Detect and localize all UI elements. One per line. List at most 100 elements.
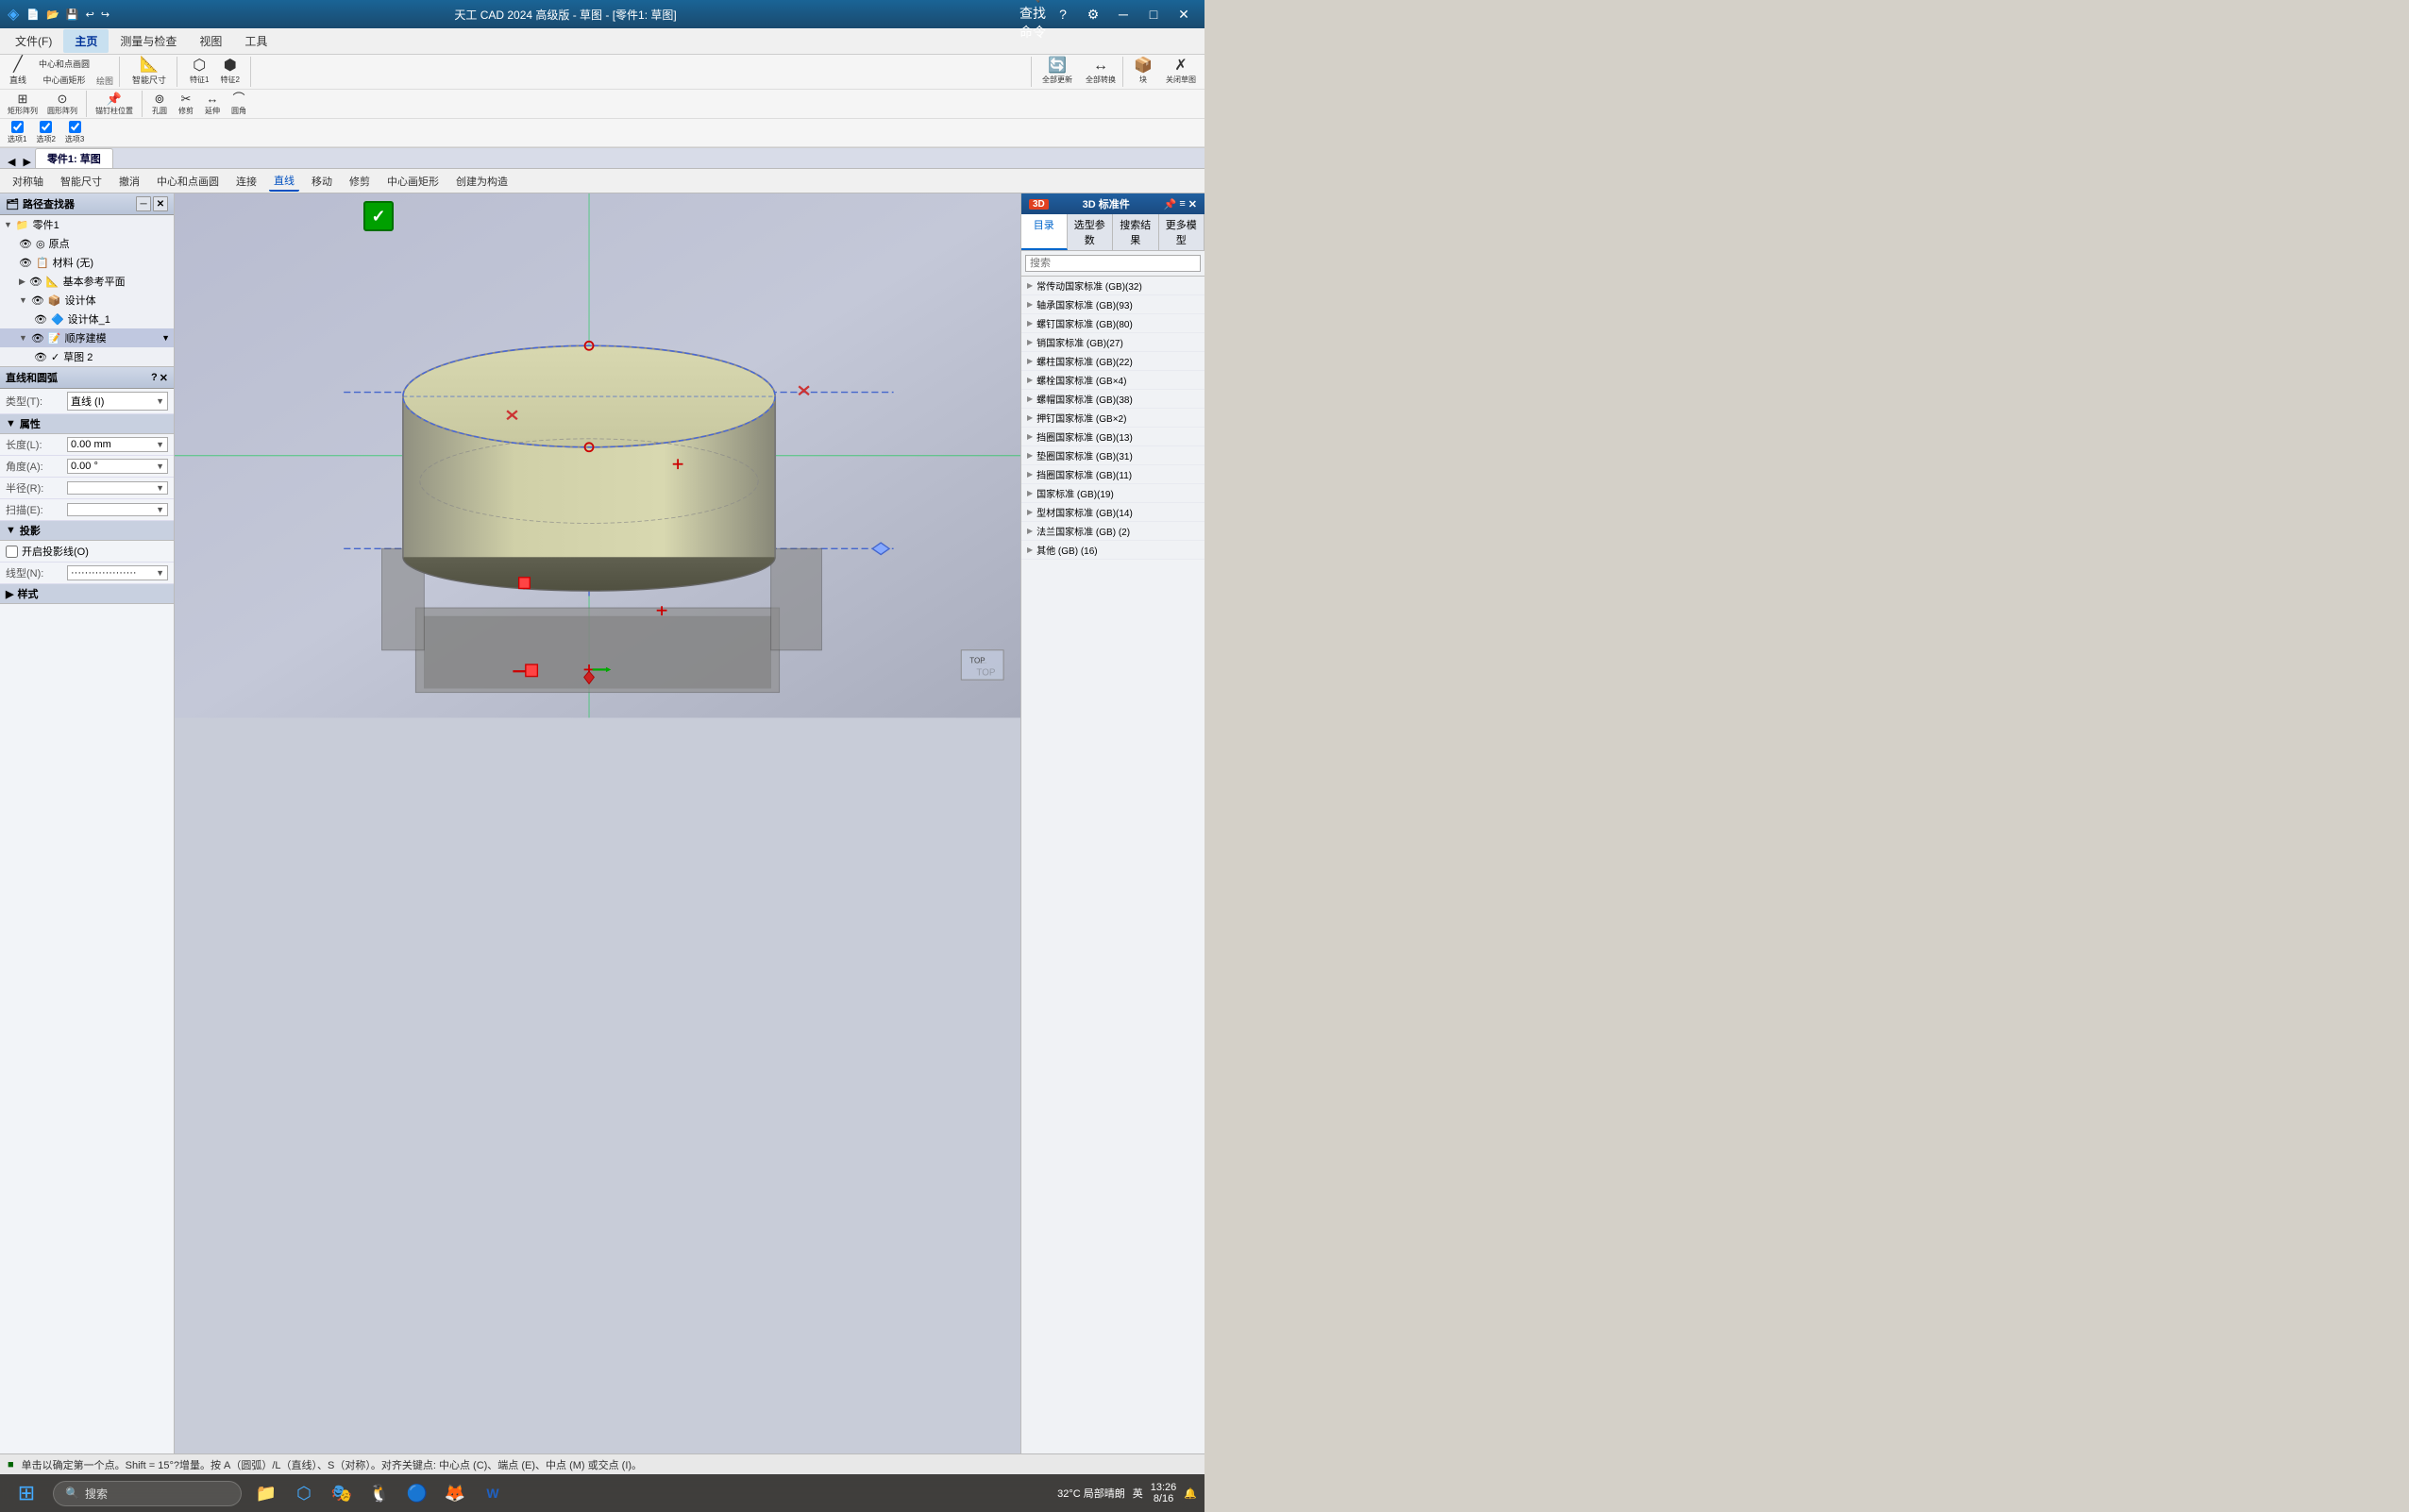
sketch-move-btn[interactable]: 移动 [307,172,337,191]
checkbox3[interactable]: 选项3 [61,121,88,145]
list-item-5[interactable]: 螺栓国家标准 (GB×4) [1021,371,1204,390]
taskbar-lang[interactable]: 英 [1133,1486,1143,1501]
right-tab-search[interactable]: 搜索结果 [1113,214,1159,250]
props-style-section[interactable]: ▶ 样式 [0,584,174,604]
hole-btn[interactable]: ⊚孔圆 [147,92,172,116]
tab-nav-right[interactable]: ▶ [19,156,34,168]
tree-modeling[interactable]: ▼ 👁 📝 顺序建模 ▼ [0,328,174,347]
sketch-trim-btn[interactable]: 修剪 [345,172,375,191]
undo-icon[interactable]: ↩ [86,9,94,21]
checkbox2[interactable]: 选项2 [32,121,59,145]
taskbar-explorer-btn[interactable]: 📁 [249,1476,283,1510]
check3[interactable] [69,121,81,133]
maximize-btn[interactable]: □ [1140,5,1167,24]
props-proj-checkbox[interactable] [6,546,18,558]
tree-material[interactable]: 👁 📋 材料 (无) [0,253,174,272]
taskbar-icon5[interactable]: 🔵 [400,1476,434,1510]
taskbar-notification-icon[interactable]: 🔔 [1184,1487,1197,1500]
tree-pin-btn[interactable]: ─ [136,196,151,211]
taskbar-search[interactable]: 🔍 搜索 [53,1481,242,1506]
props-help-btn[interactable]: ? [151,372,158,384]
feature-btn1[interactable]: ⬡特征1 [185,57,213,87]
open-icon[interactable]: 📂 [46,9,59,21]
menu-view[interactable]: 视图 [188,29,233,53]
array-circle-btn[interactable]: ⊙圆形阵列 [43,92,81,116]
block-btn[interactable]: 📦 块 [1129,57,1157,87]
fillet-btn[interactable]: ⌒圆角 [227,92,251,116]
list-item-10[interactable]: 挡圈国家标准 (GB)(11) [1021,465,1204,484]
tree-planes[interactable]: ▶ 👁 📐 基本参考平面 [0,272,174,291]
right-tab-more[interactable]: 更多模型 [1159,214,1205,250]
drawing-view[interactable]: TOP TOP [175,193,1020,718]
list-item-3[interactable]: 销国家标准 (GB)(27) [1021,333,1204,352]
list-item-7[interactable]: 押钉国家标准 (GB×2) [1021,409,1204,428]
right-tab-params[interactable]: 选型参数 [1068,214,1114,250]
tree-root[interactable]: ▼ 📁 零件1 [0,215,174,234]
list-item-12[interactable]: 型材国家标准 (GB)(14) [1021,503,1204,522]
save-icon[interactable]: 💾 [66,9,79,21]
circle-center-btn[interactable]: 中心和点画圆 [34,57,94,71]
checkbox1[interactable]: 选项1 [4,121,30,145]
sketch-rect-btn[interactable]: 中心画矩形 [382,172,444,191]
list-item-14[interactable]: 其他 (GB) (16) [1021,541,1204,560]
sketch-undo-btn[interactable]: 撤消 [114,172,144,191]
check2[interactable] [40,121,52,133]
smart-dim-btn[interactable]: 📐 智能尺寸 [127,57,171,87]
props-length-value[interactable]: 0.00 mm ▼ [67,437,168,452]
settings-btn[interactable]: ⚙ [1080,5,1106,24]
minimize-btn[interactable]: ─ [1110,5,1137,24]
line-tool-btn[interactable]: ╱ 直线 [4,57,32,87]
feature-btn2[interactable]: ⬢特征2 [216,57,244,87]
sketch-symmetry-btn[interactable]: 对称轴 [8,172,48,191]
right-panel-pin-btn[interactable]: 📌 [1164,198,1177,210]
list-item-4[interactable]: 螺柱国家标准 (GB)(22) [1021,352,1204,371]
extend-btn[interactable]: ↔延伸 [200,92,225,116]
new-icon[interactable]: 📄 [26,9,40,21]
taskbar-icon6[interactable]: 🦊 [438,1476,472,1510]
taskbar-icon4[interactable]: 🐧 [362,1476,396,1510]
taskbar-cad-btn[interactable]: ⬡ [287,1476,321,1510]
sketch-connect-btn[interactable]: 连接 [231,172,261,191]
close-btn[interactable]: ✕ [1171,5,1197,24]
redo-icon[interactable]: ↪ [101,9,110,21]
props-projection-section[interactable]: ▼ 投影 [0,521,174,541]
full-transform-btn[interactable]: ↔ 全部转换 [1081,57,1120,87]
tree-body-item[interactable]: 👁 🔷 设计体_1 [0,310,174,328]
right-tab-catalog[interactable]: 目录 [1021,214,1068,250]
help-btn[interactable]: ? [1050,5,1076,24]
right-panel-expand-btn[interactable]: ≡ [1179,198,1185,210]
list-item-0[interactable]: 常传动国家标准 (GB)(32) [1021,277,1204,295]
close-sketch-btn[interactable]: ✗ 关闭草图 [1161,57,1201,87]
list-item-9[interactable]: 垫圈国家标准 (GB)(31) [1021,446,1204,465]
props-sweep-value[interactable]: ▼ [67,503,168,516]
props-close-btn[interactable]: ✕ [160,372,168,384]
sketch-smartdim-btn[interactable]: 智能尺寸 [56,172,107,191]
tree-close-btn[interactable]: ✕ [153,196,168,211]
tree-origin[interactable]: 👁 ◎ 原点 [0,234,174,253]
sketch-line-btn[interactable]: 直线 [269,171,299,192]
props-radius-value[interactable]: ▼ [67,481,168,495]
start-button[interactable]: ⊞ [8,1478,45,1508]
modeling-expand-btn[interactable]: ▼ [161,333,170,343]
props-type-select[interactable]: 直线 (I) ▼ [67,392,168,411]
right-search-input[interactable] [1025,255,1201,272]
confirm-btn[interactable]: ✓ [363,201,394,231]
snap-pos-btn[interactable]: 📌锚钉柱位置 [92,92,137,116]
list-item-6[interactable]: 螺帽国家标准 (GB)(38) [1021,390,1204,409]
props-attributes-section[interactable]: ▼ 属性 [0,414,174,434]
full-update-btn[interactable]: 🔄 全部更新 [1037,57,1077,87]
menu-file[interactable]: 文件(F) [4,29,63,53]
menu-tools[interactable]: 工具 [233,29,278,53]
array-rect-btn[interactable]: ⊞矩形阵列 [4,92,42,116]
tree-body[interactable]: ▼ 👁 📦 设计体 [0,291,174,310]
list-item-13[interactable]: 法兰国家标准 (GB) (2) [1021,522,1204,541]
taskbar-word-btn[interactable]: W [476,1476,510,1510]
tree-sketch[interactable]: 👁 ✓ 草图 2 [0,347,174,366]
taskbar-icon3[interactable]: 🎭 [325,1476,359,1510]
menu-home[interactable]: 主页 [63,29,109,53]
rect-center-btn[interactable]: 中心画矩形 [34,73,94,87]
sketch-circle-btn[interactable]: 中心和点画圆 [152,172,224,191]
right-panel-close-btn[interactable]: ✕ [1188,198,1197,210]
tab-sketch1[interactable]: 零件1: 草图 [35,148,113,168]
list-item-2[interactable]: 螺钉国家标准 (GB)(80) [1021,314,1204,333]
